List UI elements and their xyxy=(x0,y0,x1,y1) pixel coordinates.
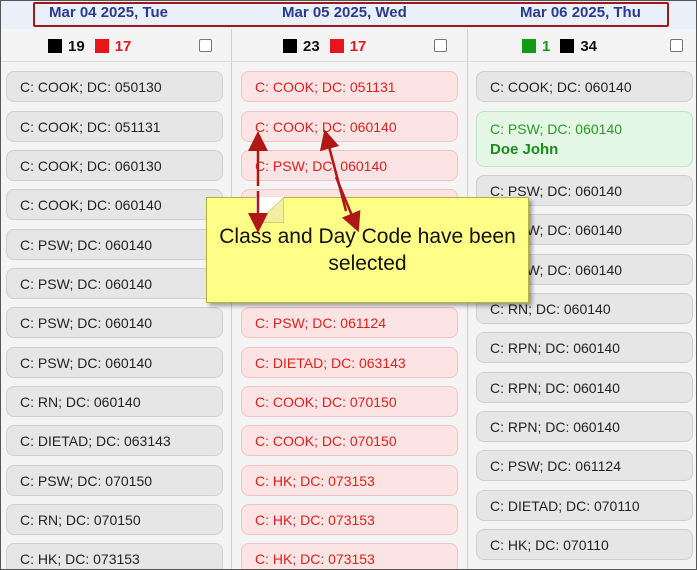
shift-pill[interactable]: C: HK; DC: 073153 xyxy=(6,543,223,569)
date-header-highlight xyxy=(33,2,669,27)
count-black: 19 xyxy=(68,37,85,55)
shift-pill[interactable]: C: RN; DC: 070150 xyxy=(6,504,223,535)
schedule-frame: Mar 04 2025, Tue Mar 05 2025, Wed Mar 06… xyxy=(0,0,697,570)
shift-pill[interactable]: C: COOK; DC: 060130 xyxy=(6,150,223,181)
shift-pill[interactable]: C: COOK; DC: 051131 xyxy=(6,111,223,142)
shift-pill[interactable]: C: PSW; DC: 060140 xyxy=(6,229,223,260)
shift-pill[interactable]: C: PSW; DC: 060140 xyxy=(6,268,223,299)
annotation-callout: Class and Day Code have been selected xyxy=(206,197,529,303)
select-checkbox-col3[interactable] xyxy=(670,39,683,52)
shift-pill-selected[interactable]: C: COOK; DC: 051131 xyxy=(241,71,458,102)
shift-pill-selected[interactable]: C: HK; DC: 073153 xyxy=(241,504,458,535)
count-black: 34 xyxy=(580,37,598,55)
shift-pill-selected[interactable]: C: HK; DC: 073153 xyxy=(241,465,458,496)
shift-pill[interactable]: C: COOK; DC: 060140 xyxy=(6,189,223,220)
count-green: 1 xyxy=(542,37,551,55)
date-header: Mar 04 2025, Tue Mar 05 2025, Wed Mar 06… xyxy=(1,1,696,29)
select-checkbox-col1[interactable] xyxy=(199,39,212,52)
counts-col2: 23 17 xyxy=(283,37,376,55)
counts-row: 19 17 23 17 1 34 xyxy=(1,29,696,62)
assigned-employee-name: Doe John xyxy=(490,140,559,158)
shift-pill[interactable]: C: HK; DC: 070110 xyxy=(476,529,693,560)
shift-pill[interactable]: C: PSW; DC: 070150 xyxy=(6,465,223,496)
shift-pill-selected[interactable]: C: COOK; DC: 070150 xyxy=(241,386,458,417)
shift-pill-selected[interactable]: C: PSW; DC: 061124 xyxy=(241,307,458,338)
count-black: 23 xyxy=(303,37,320,55)
black-square-icon xyxy=(48,39,62,53)
black-square-icon xyxy=(283,39,297,53)
shift-pill[interactable]: C: PSW; DC: 061124 xyxy=(476,450,693,481)
shift-pill[interactable]: C: DIETAD; DC: 070110 xyxy=(476,490,693,521)
shift-pill-assigned[interactable]: C: PSW; DC: 060140 Doe John xyxy=(476,111,693,167)
red-square-icon xyxy=(94,39,109,53)
shift-pill[interactable]: C: PSW; DC: 060140 xyxy=(6,307,223,338)
assigned-shift-label: C: PSW; DC: 060140 xyxy=(490,120,623,137)
green-square-icon xyxy=(522,39,536,53)
black-square-icon xyxy=(560,39,575,53)
count-red: 17 xyxy=(349,37,367,55)
shift-pill-selected[interactable]: C: PSW; DC: 060140 xyxy=(241,150,458,181)
shift-pill-selected[interactable]: C: COOK; DC: 070150 xyxy=(241,425,458,456)
shift-pill-selected[interactable]: C: HK; DC: 073153 xyxy=(241,543,458,569)
callout-fold-icon xyxy=(256,197,284,223)
shift-pill[interactable]: C: DIETAD; DC: 063143 xyxy=(6,425,223,456)
shift-pill[interactable]: C: RN; DC: 060140 xyxy=(6,386,223,417)
shift-pill[interactable]: C: RPN; DC: 060140 xyxy=(476,332,693,363)
count-red: 17 xyxy=(114,37,132,55)
callout-text: Class and Day Code have been selected xyxy=(219,225,516,275)
shift-pill[interactable]: C: RPN; DC: 060140 xyxy=(476,372,693,403)
shift-pill[interactable]: C: COOK; DC: 060140 xyxy=(476,71,693,102)
select-checkbox-col2[interactable] xyxy=(434,39,447,52)
counts-col1: 19 17 xyxy=(48,37,141,55)
shift-pill-selected[interactable]: C: COOK; DC: 060140 xyxy=(241,111,458,142)
shift-pill[interactable]: C: COOK; DC: 050130 xyxy=(6,71,223,102)
shift-pill[interactable]: C: RPN; DC: 060140 xyxy=(476,411,693,442)
counts-col3: 1 34 xyxy=(522,37,607,55)
shift-pill-selected[interactable]: C: DIETAD; DC: 063143 xyxy=(241,347,458,378)
shift-pill[interactable]: C: PSW; DC: 060140 xyxy=(6,347,223,378)
red-square-icon xyxy=(329,39,344,53)
